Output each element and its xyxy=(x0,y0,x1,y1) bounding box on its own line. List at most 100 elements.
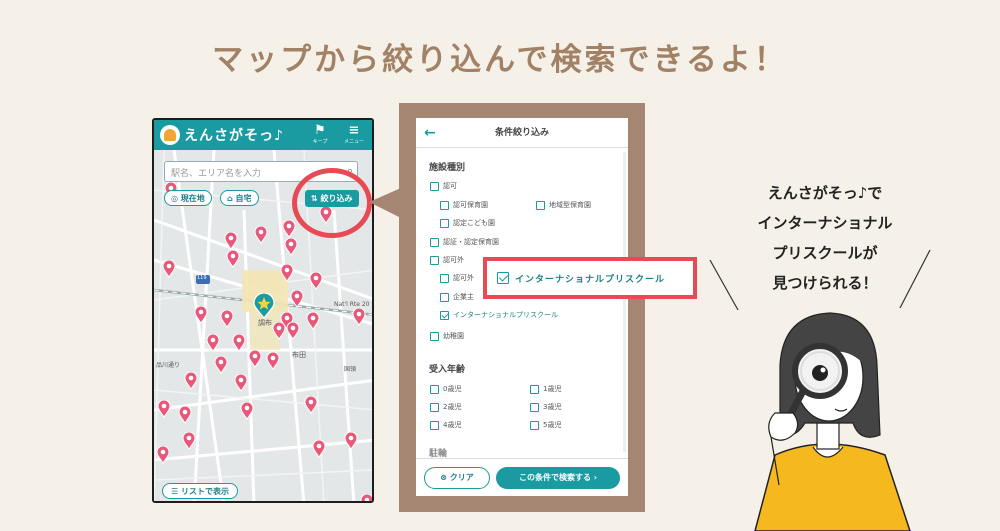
map-pin-icon[interactable] xyxy=(284,238,298,256)
checkbox-age-5[interactable]: 5歳児 xyxy=(530,420,561,430)
logo-icon xyxy=(160,125,180,145)
checkbox-label: 0歳児 xyxy=(443,385,462,393)
checkbox-chiiki[interactable]: 地域型保育園 xyxy=(536,200,591,210)
checkbox-ninka-hoikuen[interactable]: 認可保育園 xyxy=(440,200,488,210)
checkbox-kigyo[interactable]: 企業主 xyxy=(440,292,474,302)
map-pin-icon[interactable] xyxy=(194,306,208,324)
checkbox-label: 地域型保育園 xyxy=(549,201,591,209)
map-pin-icon[interactable] xyxy=(352,308,366,326)
checkbox-box-checked xyxy=(497,272,509,284)
checkbox-ninkagai-child[interactable]: 認可外 xyxy=(440,273,474,283)
checkbox-label: インターナショナルプリスクール xyxy=(453,311,558,319)
map-pin-icon[interactable] xyxy=(312,440,326,458)
back-arrow-icon[interactable]: ← xyxy=(424,118,436,148)
map-pin-icon[interactable] xyxy=(280,264,294,282)
map-pin-icon[interactable] xyxy=(286,322,300,340)
checkbox-box xyxy=(440,273,449,283)
map-pin-icon[interactable] xyxy=(266,352,280,370)
checkbox-label: 認可 xyxy=(443,182,457,190)
map-pin-icon[interactable] xyxy=(344,432,358,450)
home-button[interactable]: ⌂ 自宅 xyxy=(220,190,259,206)
map-pin-icon[interactable] xyxy=(240,402,254,420)
checkbox-age-2[interactable]: 2歳児 xyxy=(430,402,461,412)
map-pin-icon[interactable] xyxy=(220,310,234,328)
list-view-button[interactable]: ☰ リストで表示 xyxy=(162,483,238,499)
caption-line: えんさがそっ♪で xyxy=(767,184,883,202)
map-pin-icon[interactable] xyxy=(272,322,286,340)
checkbox-label: 幼稚園 xyxy=(443,332,464,340)
map-pin-icon[interactable] xyxy=(248,350,262,368)
checkbox-label: 5歳児 xyxy=(543,421,562,429)
checkbox-ninsho[interactable]: 認証・認定保育園 xyxy=(430,237,499,247)
highlight-label: インターナショナルプリスクール xyxy=(515,274,666,285)
checkbox-label: 4歳児 xyxy=(443,421,462,429)
filter-highlight-circle xyxy=(292,168,372,238)
woman-with-magnifier-illustration xyxy=(754,312,911,531)
checkbox-ninka[interactable]: 認可 xyxy=(430,181,457,191)
map-pin-icon[interactable] xyxy=(232,334,246,352)
map-pin-icon[interactable] xyxy=(162,260,176,278)
checkbox-label: 3歳児 xyxy=(543,403,562,411)
checkbox-age-1[interactable]: 1歳児 xyxy=(530,384,561,394)
map-pin-icon[interactable] xyxy=(157,400,171,418)
map-pin-icon[interactable] xyxy=(309,272,323,290)
map-pin-icon[interactable] xyxy=(214,356,228,374)
age-section-title: 受入年齢 xyxy=(429,365,466,375)
map-pin-icon[interactable] xyxy=(282,220,296,238)
checkbox-label: 認証・認定保育園 xyxy=(443,238,499,246)
checkbox-box xyxy=(530,420,539,430)
search-with-conditions-button[interactable]: この条件で検索する › xyxy=(496,467,620,489)
menu-button[interactable]: ≡ メニュー xyxy=(340,123,368,146)
current-location-button[interactable]: ◎ 現在地 xyxy=(164,190,212,206)
checkbox-age-3[interactable]: 3歳児 xyxy=(530,402,561,412)
close-circle-icon: ⊗ xyxy=(440,473,447,482)
checkbox-label: 企業主 xyxy=(453,293,474,301)
app-logo-text: えんさがそっ♪ xyxy=(184,128,284,144)
map-label-route119: 119 xyxy=(197,275,207,281)
checkbox-ninkagai[interactable]: 認可外 xyxy=(430,255,464,265)
international-highlight: インターナショナルプリスクール xyxy=(483,257,697,299)
hamburger-icon: ≡ xyxy=(348,123,360,138)
map-pin-icon[interactable] xyxy=(178,406,192,424)
map-pin-icon[interactable] xyxy=(226,250,240,268)
checkbox-box xyxy=(530,402,539,412)
map-pin-icon[interactable] xyxy=(360,494,372,503)
map-pin-icon[interactable] xyxy=(156,446,170,464)
map-pin-icon[interactable] xyxy=(184,372,198,390)
station-star-pin-icon[interactable] xyxy=(253,293,275,319)
keep-button[interactable]: ⚑ キープ xyxy=(306,123,334,146)
map-pin-icon[interactable] xyxy=(306,312,320,330)
checkbox-yochien[interactable]: 幼稚園 xyxy=(430,331,464,341)
checkbox-age-0[interactable]: 0歳児 xyxy=(430,384,461,394)
checkbox-nintei[interactable]: 認定こども園 xyxy=(440,218,495,228)
map-label-route20: Nat'l Rte 20 xyxy=(334,301,370,308)
map-pin-icon[interactable] xyxy=(206,334,220,352)
scrollbar[interactable] xyxy=(623,152,626,452)
map-pin-icon[interactable] xyxy=(290,290,304,308)
current-location-label: 現在地 xyxy=(180,194,205,203)
list-view-label: リストで表示 xyxy=(180,487,229,496)
map-label-shinagawa: 品川通り xyxy=(156,362,181,369)
checkbox-box xyxy=(536,200,545,210)
checkbox-label: 認可外 xyxy=(443,256,464,264)
filter-screen: ← 条件絞り込み 施設種別 認可 認可保育園 地域型保育園 認定こども園 認証・… xyxy=(416,118,628,496)
clear-button[interactable]: ⊗ クリア xyxy=(424,467,490,489)
checkbox-age-4[interactable]: 4歳児 xyxy=(430,420,461,430)
checkbox-international[interactable]: インターナショナルプリスクール xyxy=(440,310,558,320)
checkbox-box xyxy=(430,331,439,341)
checkbox-box xyxy=(430,402,439,412)
checkbox-label: 1歳児 xyxy=(543,385,562,393)
location-pin-icon: ◎ xyxy=(171,194,178,203)
map-pin-icon[interactable] xyxy=(304,396,318,414)
facility-section-title: 施設種別 xyxy=(429,163,466,173)
checkbox-box-checked xyxy=(440,310,449,320)
map-pin-icon[interactable] xyxy=(182,432,196,450)
map-pin-icon[interactable] xyxy=(234,374,248,392)
search-placeholder: 駅名、エリア名を入力 xyxy=(171,169,262,179)
checkbox-box xyxy=(440,218,449,228)
map-pin-icon[interactable] xyxy=(254,226,268,244)
checkbox-label: 認可外 xyxy=(453,274,474,282)
checkbox-label: 2歳児 xyxy=(443,403,462,411)
clear-label: クリア xyxy=(449,473,474,482)
map-pin-icon[interactable] xyxy=(224,232,238,250)
